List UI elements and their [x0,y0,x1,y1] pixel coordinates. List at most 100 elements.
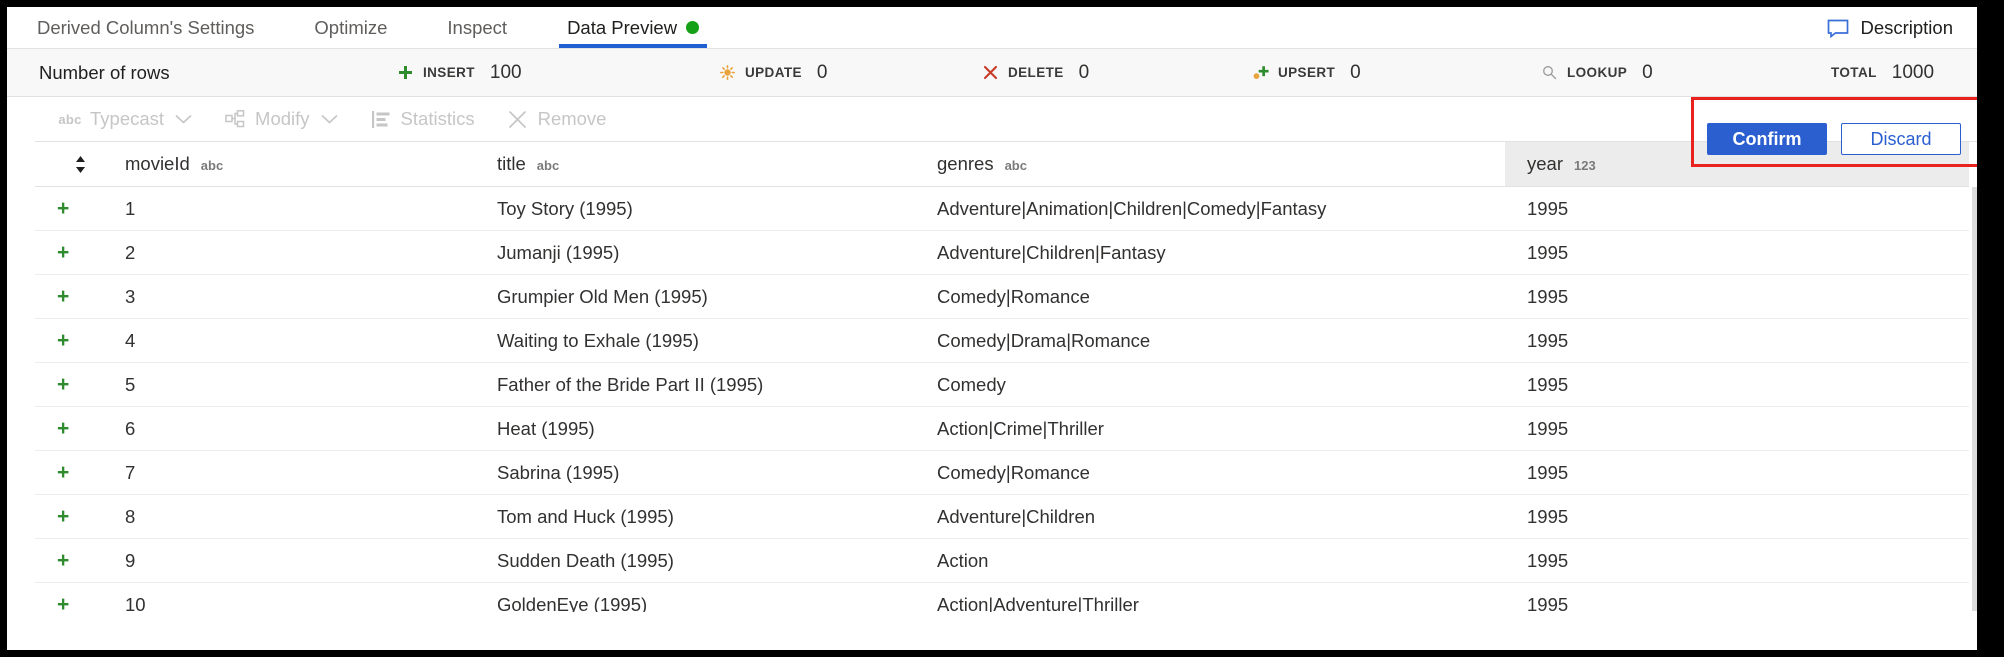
statistics-icon [370,109,392,129]
stat-value: 0 [1079,62,1090,84]
stat-label: TOTAL [1831,65,1877,80]
table-row[interactable]: +2Jumanji (1995)Adventure|Children|Fanta… [35,231,1969,275]
stat-lookup: LOOKUP 0 [1541,62,1653,84]
tab-status-dot-icon [686,21,699,34]
table-row[interactable]: +6Heat (1995)Action|Crime|Thriller1995 [35,407,1969,451]
stat-update: UPDATE0 [719,62,827,84]
stat-total: TOTAL 1000 [1831,62,1934,84]
stat-insert: INSERT100 [397,62,522,84]
close-icon [982,64,999,81]
stat-label: LOOKUP [1567,65,1627,80]
table-header: movieIdabctitleabcgenresabcyear123 [35,142,1969,187]
column-header-movieid[interactable]: movieIdabc [103,142,475,187]
stat-label: INSERT [423,65,475,80]
column-type-badge: 123 [1574,158,1596,173]
toolbar-modify-button[interactable]: Modify [208,108,354,130]
discard-button[interactable]: Discard [1841,123,1961,155]
toolbar-remove-button[interactable]: Remove [491,108,623,130]
cell-movieid: 9 [103,539,475,583]
row-insert-marker-icon: + [35,495,103,539]
vertical-scrollbar[interactable] [1972,187,1977,611]
table-row[interactable]: +5Father of the Bride Part II (1995)Come… [35,363,1969,407]
close-icon [507,109,529,129]
cell-genres: Adventure|Children|Fantasy [915,231,1505,275]
toolbar-item-label: Statistics [401,108,475,130]
column-header-name: genres [937,153,994,175]
column-type-badge: abc [201,158,223,173]
stat-value: 1000 [1892,62,1934,84]
cell-movieid: 4 [103,319,475,363]
row-insert-marker-icon: + [35,319,103,363]
cell-year: 1995 [1505,451,1969,495]
row-insert-marker-icon: + [35,363,103,407]
plus-icon: + [57,330,69,351]
table-row[interactable]: +9Sudden Death (1995)Action1995 [35,539,1969,583]
sort-updown-icon[interactable] [35,155,103,174]
plus-icon: + [57,286,69,307]
table-body: +1Toy Story (1995)Adventure|Animation|Ch… [35,187,1969,613]
plus-icon: + [57,242,69,263]
tab-inspect[interactable]: Inspect [417,7,537,48]
plus-icon: + [57,462,69,483]
table-row[interactable]: +8Tom and Huck (1995)Adventure|Children1… [35,495,1969,539]
row-insert-marker-icon: + [35,275,103,319]
chevron-down-icon [321,112,338,127]
toolbar-statistics-button[interactable]: Statistics [354,108,491,130]
cell-title: Sabrina (1995) [475,451,915,495]
table-row[interactable]: +1Toy Story (1995)Adventure|Animation|Ch… [35,187,1969,231]
table-sort-toggle[interactable] [35,142,103,187]
table-row[interactable]: +7Sabrina (1995)Comedy|Romance1995 [35,451,1969,495]
stat-value: 0 [817,62,828,84]
toolbar-item-label: Typecast [90,108,164,130]
stat-label: UPSERT [1278,65,1335,80]
plus-icon: + [57,550,69,571]
stat-delete: DELETE0 [982,62,1089,84]
tab-label: Data Preview [567,17,677,39]
cell-year: 1995 [1505,187,1969,231]
row-insert-marker-icon: + [35,539,103,583]
table-row[interactable]: +10GoldenEye (1995)Action|Adventure|Thri… [35,583,1969,613]
app-window: Derived Column's Settings Optimize Inspect… [0,0,2004,657]
description-button[interactable]: Description [1827,7,1953,49]
column-header-name: year [1527,153,1563,175]
cell-title: Heat (1995) [475,407,915,451]
cell-genres: Action [915,539,1505,583]
confirm-button[interactable]: Confirm [1707,123,1827,155]
cell-title: Jumanji (1995) [475,231,915,275]
column-header-genres[interactable]: genresabc [915,142,1505,187]
upsert-icon [1252,64,1269,81]
plus-icon [397,64,414,81]
cell-movieid: 3 [103,275,475,319]
cell-movieid: 1 [103,187,475,231]
tab-data-preview[interactable]: Data Preview [537,7,729,48]
cell-movieid: 8 [103,495,475,539]
action-buttons: Confirm Discard [1707,123,1961,155]
tab-derived-column-s-settings[interactable]: Derived Column's Settings [29,7,284,48]
app-content: Derived Column's Settings Optimize Inspect… [7,7,1977,650]
table-row[interactable]: +3Grumpier Old Men (1995)Comedy|Romance1… [35,275,1969,319]
tab-label: Inspect [447,17,507,39]
tab-label: Derived Column's Settings [37,17,254,39]
sun-icon [719,64,736,81]
cell-title: Tom and Huck (1995) [475,495,915,539]
cell-movieid: 10 [103,583,475,613]
table-row[interactable]: +4Waiting to Exhale (1995)Comedy|Drama|R… [35,319,1969,363]
tab-optimize[interactable]: Optimize [284,7,417,48]
description-label: Description [1860,17,1953,39]
cell-year: 1995 [1505,495,1969,539]
modify-icon [224,109,246,129]
cell-year: 1995 [1505,583,1969,613]
cell-title: Grumpier Old Men (1995) [475,275,915,319]
column-header-title[interactable]: titleabc [475,142,915,187]
cell-title: Toy Story (1995) [475,187,915,231]
cell-genres: Comedy [915,363,1505,407]
toolbar-typecast-button[interactable]: abcTypecast [43,108,208,130]
cell-title: GoldenEye (1995) [475,583,915,613]
vertical-scrollbar-thumb[interactable] [1972,187,1977,611]
number-of-rows-label: Number of rows [39,62,170,84]
cell-genres: Adventure|Animation|Children|Comedy|Fant… [915,187,1505,231]
stat-value: 0 [1642,62,1653,84]
row-insert-marker-icon: + [35,583,103,613]
plus-icon: + [57,418,69,439]
plus-icon: + [57,374,69,395]
